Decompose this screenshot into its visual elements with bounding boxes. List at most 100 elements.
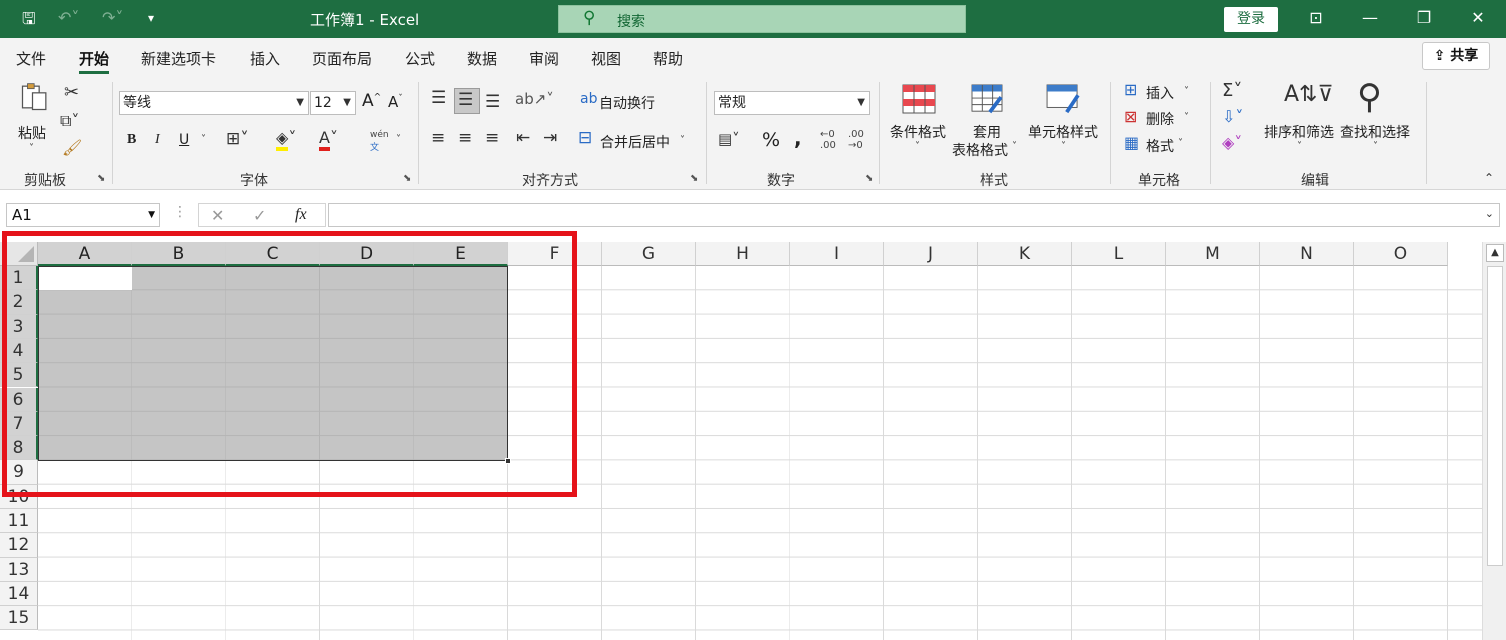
autosum-icon[interactable]: Σ˅ <box>1222 82 1242 100</box>
decrease-decimal-button[interactable]: .00 →0 <box>848 129 864 151</box>
align-center-icon[interactable]: ≡ <box>458 130 472 147</box>
share-button[interactable]: ⇪ 共享 <box>1422 42 1490 70</box>
merge-dropdown-icon[interactable]: ˅ <box>680 136 685 146</box>
chevron-down-icon: ▼ <box>148 210 155 220</box>
font-launcher-icon[interactable]: ⬊ <box>403 173 411 184</box>
sort-filter-button[interactable]: 排序和筛选 <box>1264 122 1334 142</box>
close-icon[interactable]: ✕ <box>1468 8 1488 27</box>
column-header-m[interactable]: M <box>1166 242 1260 266</box>
ribbon-display-options-icon[interactable]: ⊡ <box>1306 8 1326 27</box>
tab-view[interactable]: 视图 <box>591 48 621 69</box>
format-painter-icon[interactable]: 🖌 <box>62 140 82 156</box>
tab-data[interactable]: 数据 <box>467 48 497 69</box>
chevron-down-icon[interactable]: ˅ <box>1297 142 1302 152</box>
bold-button[interactable]: B <box>127 132 136 148</box>
insert-cells-button[interactable]: 插入 <box>1146 83 1174 103</box>
underline-button[interactable]: U <box>179 132 189 148</box>
font-name-combo[interactable]: 等线 ▼ <box>119 91 309 115</box>
tab-formulas[interactable]: 公式 <box>405 48 435 69</box>
fill-icon[interactable]: ⇩˅ <box>1222 109 1243 125</box>
cut-icon[interactable]: ✂ <box>64 84 79 102</box>
decrease-indent-icon[interactable]: ⇤ <box>516 130 530 147</box>
column-header-l[interactable]: L <box>1072 242 1166 266</box>
search-box[interactable]: ⚲ 搜索 <box>558 5 966 33</box>
align-top-icon[interactable]: ☰ <box>431 90 446 107</box>
column-header-g[interactable]: G <box>602 242 696 266</box>
accounting-format-icon[interactable]: ▤˅ <box>718 132 740 147</box>
chevron-down-icon[interactable]: ˅ <box>1373 142 1378 152</box>
grow-font-button[interactable]: A^ <box>362 91 381 111</box>
row-header-13[interactable]: 13 <box>0 557 38 582</box>
scroll-up-icon[interactable]: ▲ <box>1486 244 1504 262</box>
tab-new-tab[interactable]: 新建选项卡 <box>141 48 216 69</box>
row-header-14[interactable]: 14 <box>0 581 38 607</box>
undo-icon[interactable]: ↶˅ <box>58 8 79 27</box>
chevron-down-icon[interactable]: ˅ <box>1184 113 1189 123</box>
column-header-o[interactable]: O <box>1354 242 1448 266</box>
minimize-icon[interactable]: — <box>1360 8 1380 27</box>
alignment-launcher-icon[interactable]: ⬊ <box>690 173 698 184</box>
row-header-11[interactable]: 11 <box>0 509 38 534</box>
tab-help[interactable]: 帮助 <box>653 48 683 69</box>
increase-indent-icon[interactable]: ⇥ <box>543 130 557 147</box>
comma-button[interactable]: , <box>794 126 802 150</box>
vertical-scrollbar[interactable]: ▲ <box>1482 242 1506 640</box>
chevron-down-icon[interactable]: ⌄ <box>1485 207 1494 220</box>
align-right-icon[interactable]: ≡ <box>485 130 499 147</box>
column-header-j[interactable]: J <box>884 242 978 266</box>
customize-quick-access-icon[interactable]: ▾ <box>148 11 154 25</box>
row-header-12[interactable]: 12 <box>0 533 38 558</box>
shrink-font-button[interactable]: Aˇ <box>388 93 403 111</box>
scroll-thumb[interactable] <box>1487 266 1503 566</box>
increase-decimal-button[interactable]: ←0.00 <box>820 129 836 151</box>
tab-home[interactable]: 开始 <box>79 48 110 74</box>
restore-icon[interactable]: ❐ <box>1414 8 1434 27</box>
row-header-15[interactable]: 15 <box>0 606 38 631</box>
font-size-combo[interactable]: 12 ▼ <box>310 91 356 115</box>
collapse-ribbon-icon[interactable]: ⌃ <box>1484 172 1494 184</box>
merge-center-button[interactable]: 合并后居中 <box>600 132 670 152</box>
save-icon[interactable]: 🖫 <box>22 8 36 35</box>
tab-insert[interactable]: 插入 <box>250 48 280 69</box>
phonetic-dropdown-icon[interactable]: ˅ <box>396 135 401 145</box>
italic-button[interactable]: I <box>155 132 160 148</box>
font-color-icon[interactable]: A˅ <box>319 128 338 151</box>
column-header-n[interactable]: N <box>1260 242 1354 266</box>
column-header-k[interactable]: K <box>978 242 1072 266</box>
align-left-icon[interactable]: ≡ <box>431 130 445 147</box>
align-bottom-icon[interactable]: ☰ <box>485 94 500 111</box>
formula-input[interactable]: ⌄ <box>328 203 1500 227</box>
login-button[interactable]: 登录 <box>1224 7 1278 32</box>
tab-file[interactable]: 文件 <box>16 48 46 69</box>
column-header-h[interactable]: H <box>696 242 790 266</box>
copy-icon[interactable]: ⧉˅ <box>60 113 79 129</box>
paste-dropdown-icon[interactable]: ˅ <box>29 144 34 154</box>
fill-color-icon[interactable]: ◈˅ <box>276 128 296 151</box>
redo-icon[interactable]: ↷˅ <box>102 8 123 27</box>
number-format-combo[interactable]: 常规 ▼ <box>714 91 870 115</box>
format-cells-button[interactable]: 格式 <box>1146 136 1174 156</box>
column-header-i[interactable]: I <box>790 242 884 266</box>
phonetic-guide-icon[interactable]: wén 文 <box>370 130 389 153</box>
tab-page-layout[interactable]: 页面布局 <box>312 48 372 69</box>
delete-cells-button[interactable]: 删除 <box>1146 109 1174 129</box>
number-launcher-icon[interactable]: ⬊ <box>865 173 873 184</box>
clear-icon[interactable]: ◈˅ <box>1222 135 1242 151</box>
find-select-button[interactable]: 查找和选择 <box>1340 122 1410 142</box>
chevron-down-icon[interactable]: ˅ <box>1184 87 1189 97</box>
insert-function-icon[interactable]: fx <box>295 206 307 224</box>
name-box[interactable]: A1 ▼ <box>6 203 160 227</box>
underline-dropdown-icon[interactable]: ˅ <box>201 135 206 145</box>
chevron-down-icon[interactable]: ˅ <box>1178 139 1183 149</box>
borders-icon[interactable]: ⊞˅ <box>226 131 249 148</box>
format-cells-icon: ▦ <box>1124 133 1140 152</box>
cancel-icon[interactable]: ✕ <box>211 206 224 225</box>
tab-review[interactable]: 审阅 <box>529 48 559 69</box>
format-as-table-label-2: 表格格式 <box>952 143 1008 159</box>
enter-icon[interactable]: ✓ <box>253 206 266 225</box>
styles-group-label: 样式 <box>980 173 1008 189</box>
percent-button[interactable]: % <box>762 129 780 151</box>
wrap-text-button[interactable]: 自动换行 <box>599 93 655 113</box>
orientation-icon[interactable]: ab↗˅ <box>515 92 554 107</box>
clipboard-launcher-icon[interactable]: ⬊ <box>97 173 105 184</box>
